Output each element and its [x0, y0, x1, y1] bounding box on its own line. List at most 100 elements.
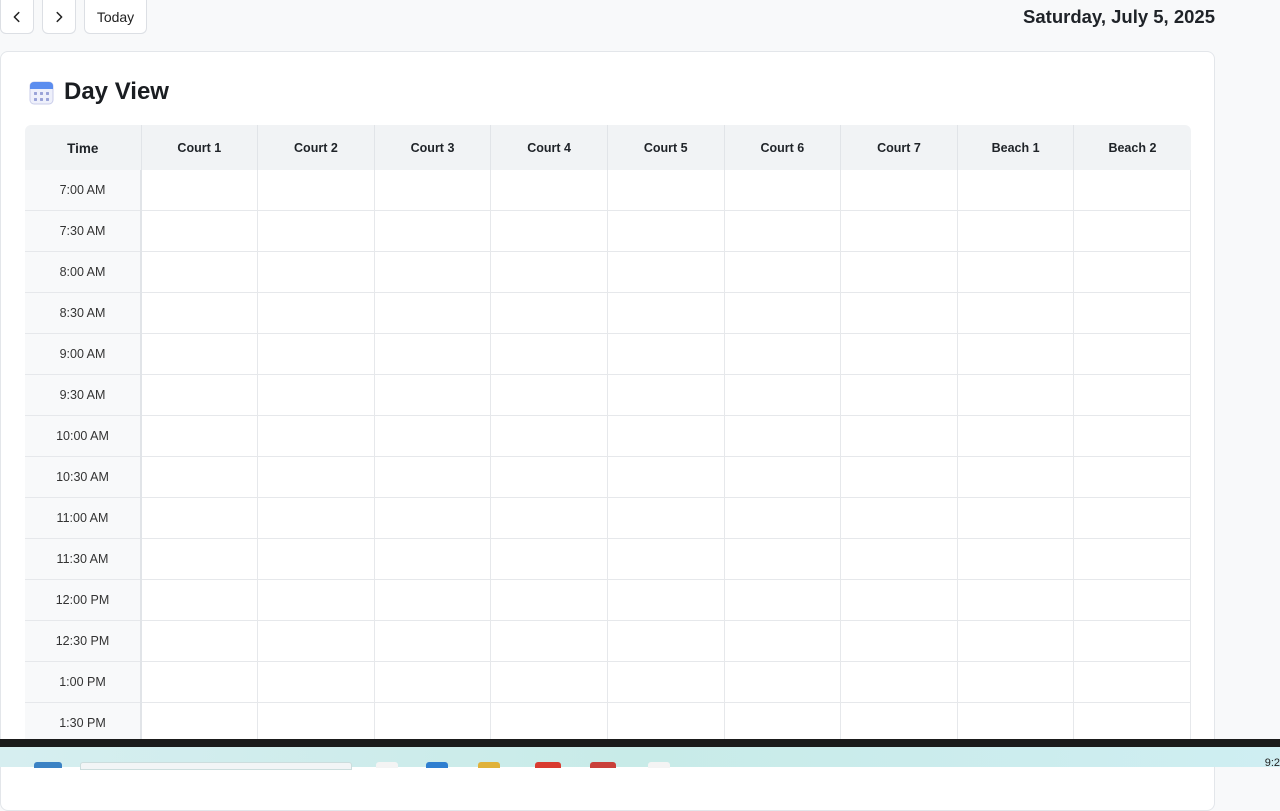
booking-slot-court-1[interactable]: [141, 292, 259, 334]
booking-slot-court-3[interactable]: [374, 251, 492, 293]
app-icon[interactable]: [376, 762, 398, 768]
booking-slot-beach-2[interactable]: [1073, 456, 1191, 498]
booking-slot-beach-2[interactable]: [1073, 170, 1191, 211]
booking-slot-court-1[interactable]: [141, 415, 259, 457]
booking-slot-court-4[interactable]: [490, 292, 608, 334]
booking-slot-beach-2[interactable]: [1073, 702, 1191, 744]
booking-slot-court-1[interactable]: [141, 579, 259, 621]
booking-slot-beach-1[interactable]: [957, 251, 1075, 293]
booking-slot-court-2[interactable]: [257, 210, 375, 252]
booking-slot-court-5[interactable]: [607, 374, 725, 416]
booking-slot-court-3[interactable]: [374, 661, 492, 703]
booking-slot-court-3[interactable]: [374, 374, 492, 416]
booking-slot-court-4[interactable]: [490, 579, 608, 621]
next-day-button[interactable]: [42, 0, 76, 34]
booking-slot-beach-1[interactable]: [957, 333, 1075, 375]
booking-slot-court-2[interactable]: [257, 538, 375, 580]
booking-slot-court-5[interactable]: [607, 538, 725, 580]
booking-slot-court-3[interactable]: [374, 456, 492, 498]
booking-slot-court-6[interactable]: [724, 170, 842, 211]
booking-slot-court-5[interactable]: [607, 620, 725, 662]
booking-slot-court-1[interactable]: [141, 456, 259, 498]
booking-slot-beach-2[interactable]: [1073, 292, 1191, 334]
booking-slot-court-7[interactable]: [840, 210, 958, 252]
booking-slot-beach-2[interactable]: [1073, 620, 1191, 662]
today-button[interactable]: Today: [84, 0, 147, 34]
booking-slot-court-4[interactable]: [490, 374, 608, 416]
booking-slot-beach-1[interactable]: [957, 579, 1075, 621]
booking-slot-court-3[interactable]: [374, 292, 492, 334]
browser-icon[interactable]: [535, 762, 561, 768]
booking-slot-court-6[interactable]: [724, 251, 842, 293]
booking-slot-court-5[interactable]: [607, 292, 725, 334]
booking-slot-beach-2[interactable]: [1073, 210, 1191, 252]
booking-slot-court-6[interactable]: [724, 661, 842, 703]
app-icon[interactable]: [648, 762, 670, 768]
booking-slot-court-2[interactable]: [257, 661, 375, 703]
booking-slot-court-6[interactable]: [724, 538, 842, 580]
booking-slot-beach-1[interactable]: [957, 170, 1075, 211]
booking-slot-beach-1[interactable]: [957, 538, 1075, 580]
booking-slot-beach-2[interactable]: [1073, 374, 1191, 416]
booking-slot-court-4[interactable]: [490, 702, 608, 744]
booking-slot-court-6[interactable]: [724, 456, 842, 498]
booking-slot-court-3[interactable]: [374, 579, 492, 621]
booking-slot-court-7[interactable]: [840, 538, 958, 580]
booking-slot-court-1[interactable]: [141, 251, 259, 293]
booking-slot-court-5[interactable]: [607, 333, 725, 375]
booking-slot-court-5[interactable]: [607, 170, 725, 211]
booking-slot-beach-1[interactable]: [957, 661, 1075, 703]
booking-slot-court-7[interactable]: [840, 251, 958, 293]
booking-slot-court-7[interactable]: [840, 620, 958, 662]
booking-slot-court-4[interactable]: [490, 620, 608, 662]
booking-slot-court-6[interactable]: [724, 333, 842, 375]
booking-slot-court-6[interactable]: [724, 415, 842, 457]
booking-slot-court-7[interactable]: [840, 661, 958, 703]
booking-slot-beach-2[interactable]: [1073, 415, 1191, 457]
booking-slot-court-6[interactable]: [724, 210, 842, 252]
booking-slot-court-2[interactable]: [257, 170, 375, 211]
booking-slot-beach-1[interactable]: [957, 374, 1075, 416]
booking-slot-beach-1[interactable]: [957, 456, 1075, 498]
booking-slot-court-5[interactable]: [607, 661, 725, 703]
booking-slot-court-1[interactable]: [141, 210, 259, 252]
booking-slot-court-2[interactable]: [257, 415, 375, 457]
booking-slot-court-4[interactable]: [490, 456, 608, 498]
booking-slot-court-2[interactable]: [257, 292, 375, 334]
booking-slot-court-5[interactable]: [607, 497, 725, 539]
booking-slot-beach-1[interactable]: [957, 415, 1075, 457]
booking-slot-court-2[interactable]: [257, 456, 375, 498]
booking-slot-court-5[interactable]: [607, 415, 725, 457]
booking-slot-court-3[interactable]: [374, 415, 492, 457]
mail-icon[interactable]: [590, 762, 616, 768]
booking-slot-beach-1[interactable]: [957, 497, 1075, 539]
booking-slot-court-4[interactable]: [490, 333, 608, 375]
booking-slot-court-6[interactable]: [724, 374, 842, 416]
booking-slot-court-3[interactable]: [374, 497, 492, 539]
booking-slot-court-1[interactable]: [141, 374, 259, 416]
booking-slot-court-3[interactable]: [374, 702, 492, 744]
booking-slot-court-5[interactable]: [607, 251, 725, 293]
booking-slot-beach-1[interactable]: [957, 620, 1075, 662]
booking-slot-court-1[interactable]: [141, 333, 259, 375]
booking-slot-beach-2[interactable]: [1073, 661, 1191, 703]
booking-slot-court-7[interactable]: [840, 497, 958, 539]
booking-slot-beach-2[interactable]: [1073, 538, 1191, 580]
booking-slot-court-6[interactable]: [724, 620, 842, 662]
booking-slot-court-4[interactable]: [490, 661, 608, 703]
booking-slot-court-4[interactable]: [490, 170, 608, 211]
booking-slot-court-7[interactable]: [840, 374, 958, 416]
previous-day-button[interactable]: [0, 0, 34, 34]
booking-slot-court-4[interactable]: [490, 538, 608, 580]
booking-slot-court-2[interactable]: [257, 374, 375, 416]
booking-slot-court-1[interactable]: [141, 661, 259, 703]
booking-slot-court-6[interactable]: [724, 292, 842, 334]
booking-slot-court-1[interactable]: [141, 620, 259, 662]
booking-slot-court-2[interactable]: [257, 579, 375, 621]
booking-slot-court-3[interactable]: [374, 620, 492, 662]
booking-slot-court-5[interactable]: [607, 210, 725, 252]
booking-slot-court-7[interactable]: [840, 292, 958, 334]
booking-slot-court-6[interactable]: [724, 497, 842, 539]
start-icon[interactable]: [34, 762, 62, 768]
booking-slot-court-7[interactable]: [840, 702, 958, 744]
